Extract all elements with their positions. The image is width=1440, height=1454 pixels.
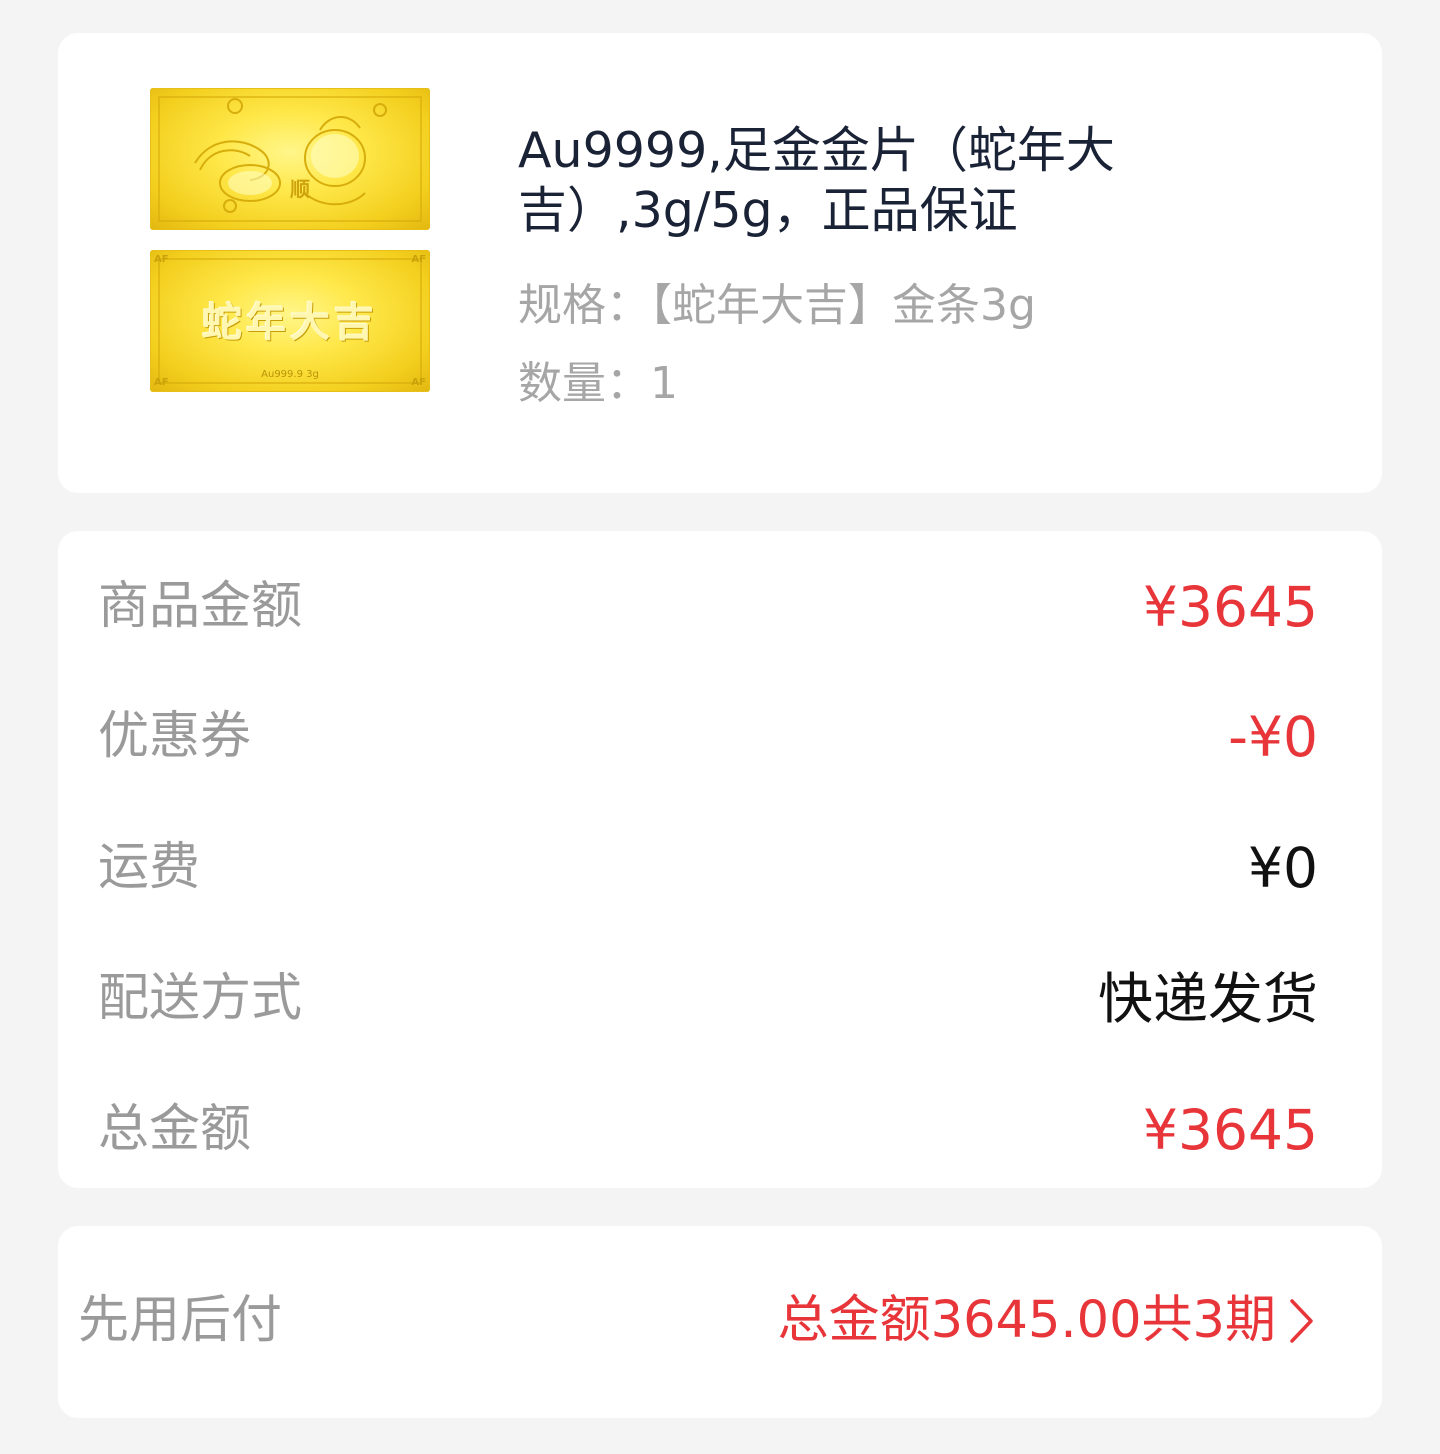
row-label: 运费: [98, 838, 201, 897]
product-card[interactable]: 顺 AF AF AF AF 蛇年大吉 Au999.9 3g Au9999,足金金…: [58, 33, 1382, 493]
corner-mark: AF: [411, 254, 426, 265]
row-value: ¥0: [1248, 836, 1318, 900]
product-spec: 规格：【蛇年大吉】金条3g: [518, 280, 1036, 331]
price-summary-card: 商品金额 ¥3645 优惠券 -¥0 运费 ¥0 配送方式 快递发货 总金额 ¥…: [58, 531, 1382, 1188]
pay-later-summary-text: 总金额3645.00共3期: [777, 1291, 1276, 1350]
bar-engraving-text: 蛇年大吉: [202, 300, 378, 346]
row-value: ¥3645: [1143, 1098, 1318, 1162]
row-value: ¥3645: [1143, 575, 1318, 639]
row-label: 总金额: [98, 1100, 252, 1159]
pay-later-card[interactable]: 先用后付 总金额3645.00共3期: [58, 1226, 1382, 1418]
gold-bar-back-image: AF AF AF AF 蛇年大吉 Au999.9 3g: [150, 250, 430, 392]
bar-fine-text: Au999.9 3g: [261, 369, 319, 380]
gold-bar-front-image: 顺: [150, 88, 430, 230]
row-value: -¥0: [1228, 705, 1318, 769]
price-row-coupon[interactable]: 优惠券 -¥0: [98, 697, 1318, 777]
corner-mark: AF: [154, 254, 169, 265]
row-label: 商品金额: [98, 577, 303, 636]
snake-motif-icon: 顺: [194, 98, 387, 213]
price-row-goods-amount: 商品金额 ¥3645: [98, 567, 1318, 647]
price-row-shipping: 运费 ¥0: [98, 828, 1318, 908]
product-image[interactable]: 顺 AF AF AF AF 蛇年大吉 Au999.9 3g: [150, 88, 430, 392]
product-quantity: 数量：1: [518, 358, 678, 409]
product-title[interactable]: Au9999,足金金片（蛇年大吉）,3g/5g，正品保证: [518, 121, 1348, 241]
svg-text:顺: 顺: [290, 177, 310, 201]
row-label: 优惠券: [98, 707, 252, 766]
row-value: 快递发货: [1097, 967, 1318, 1031]
pay-later-summary[interactable]: 总金额3645.00共3期: [778, 1281, 1316, 1361]
price-row-delivery-method[interactable]: 配送方式 快递发货: [98, 959, 1318, 1039]
price-row-total: 总金额 ¥3645: [98, 1090, 1318, 1170]
chevron-right-icon: [1290, 1299, 1313, 1343]
row-label: 配送方式: [98, 969, 303, 1028]
pay-later-label: 先用后付: [78, 1291, 283, 1350]
